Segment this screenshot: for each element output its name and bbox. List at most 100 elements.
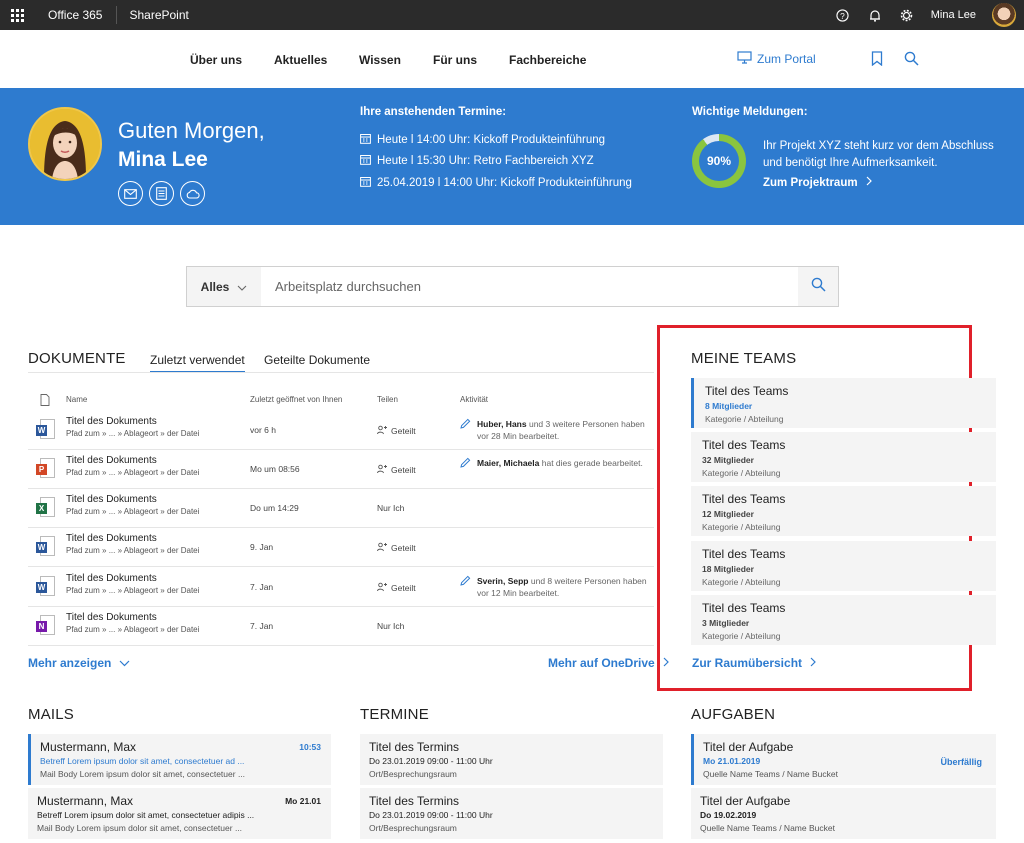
top-navigation: Über uns Aktuelles Wissen Für uns Fachbe…: [0, 30, 1024, 88]
document-path: Pfad zum » ... » Ablageort » der Datei: [66, 429, 200, 438]
search-icon: [811, 277, 826, 297]
search-scope-dropdown[interactable]: Alles: [187, 267, 261, 306]
show-more-link[interactable]: Mehr anzeigen: [28, 656, 130, 670]
task-card[interactable]: Titel der Aufgabe Do 19.02.2019 Quelle N…: [691, 788, 996, 839]
search-submit-button[interactable]: [798, 267, 838, 306]
appointment-item[interactable]: Heute l 15:30 Uhr: Retro Fachbereich XYZ: [360, 154, 594, 168]
team-card[interactable]: Titel des Teams 12 Mitglieder Kategorie / …: [691, 486, 996, 536]
app-launcher-icon[interactable]: [0, 0, 34, 30]
user-avatar[interactable]: [992, 3, 1016, 27]
help-icon[interactable]: ?: [835, 7, 851, 23]
appointment-time: Do 23.01.2019 09:00 - 11:00 Uhr: [369, 810, 493, 820]
user-name[interactable]: Mina Lee: [931, 9, 976, 21]
share-status[interactable]: Geteilt: [377, 464, 416, 476]
team-member-count: 8 Mitglieder: [705, 401, 753, 411]
greeting-text: Guten Morgen,: [118, 118, 265, 143]
task-due-date: Do 19.02.2019: [700, 810, 757, 820]
document-row[interactable]: W Titel des Dokuments Pfad zum » ... » Abl…: [28, 411, 654, 450]
team-category: Kategorie / Abteilung: [702, 577, 781, 587]
notification-bell-icon[interactable]: [867, 7, 883, 23]
file-type-icon: W: [36, 536, 56, 558]
team-category: Kategorie / Abteilung: [702, 631, 781, 641]
document-title: Titel des Dokuments: [66, 455, 157, 466]
column-header-share[interactable]: Teilen: [377, 395, 398, 404]
document-title: Titel des Dokuments: [66, 494, 157, 505]
document-path: Pfad zum » ... » Ablageort » der Datei: [66, 546, 200, 555]
more-on-onedrive-link[interactable]: Mehr auf OneDrive: [548, 656, 669, 670]
tab-shared-documents[interactable]: Geteilte Dokumente: [264, 353, 370, 367]
mail-icon[interactable]: [118, 181, 143, 206]
mails-title: MAILS: [28, 706, 75, 723]
zur-raumuebersicht-link[interactable]: Zur Raumübersicht: [692, 656, 816, 670]
share-status[interactable]: Geteilt: [377, 425, 416, 437]
calendar-icon[interactable]: [149, 181, 174, 206]
appointment-time: Do 23.01.2019 09:00 - 11:00 Uhr: [369, 756, 493, 766]
appointment-card[interactable]: Titel des Termins Do 23.01.2019 09:00 - …: [360, 734, 663, 785]
team-category: Kategorie / Abteilung: [705, 414, 784, 424]
profile-avatar[interactable]: [28, 107, 102, 181]
zum-projektraum-link[interactable]: Zum Projektraum: [763, 176, 872, 189]
last-opened: Do um 14:29: [250, 503, 299, 513]
mail-time: Mo 21.01: [285, 796, 321, 806]
task-title: Titel der Aufgabe: [700, 794, 791, 808]
task-title: Titel der Aufgabe: [703, 740, 794, 754]
tab-recently-used[interactable]: Zuletzt verwendet: [150, 353, 245, 373]
team-card[interactable]: Titel des Teams 8 Mitglieder Kategorie / A…: [691, 378, 996, 428]
document-row[interactable]: W Titel des Dokuments Pfad zum » ... » Abl…: [28, 568, 654, 607]
document-activity: Maier, Michaela hat dies gerade bearbeit…: [460, 457, 655, 471]
nav-item-fuer-uns[interactable]: Für uns: [433, 53, 477, 67]
appointment-card[interactable]: Titel des Termins Do 23.01.2019 09:00 - …: [360, 788, 663, 839]
document-path: Pfad zum » ... » Ablageort » der Datei: [66, 507, 200, 516]
bookmark-icon[interactable]: [871, 51, 883, 71]
calendar-small-icon: [360, 154, 371, 168]
zum-portal-link[interactable]: Zum Portal: [737, 51, 816, 67]
welcome-banner: Guten Morgen, Mina Lee Ihre anstehenden …: [0, 88, 1024, 225]
document-row[interactable]: X Titel des Dokuments Pfad zum » ... » Abl…: [28, 489, 654, 528]
mail-sender: Mustermann, Max: [37, 794, 134, 808]
onedrive-cloud-icon[interactable]: [180, 181, 205, 206]
sharepoint-link[interactable]: SharePoint: [117, 8, 200, 22]
appointment-item[interactable]: 25.04.2019 l 14:00 Uhr: Kickoff Produkte…: [360, 176, 632, 190]
mail-subject: Betreff Lorem ipsum dolor sit amet, cons…: [40, 756, 245, 766]
document-row[interactable]: W Titel des Dokuments Pfad zum » ... » Abl…: [28, 528, 654, 567]
document-title: Titel des Dokuments: [66, 533, 157, 544]
nav-item-wissen[interactable]: Wissen: [359, 53, 401, 67]
team-card[interactable]: Titel des Teams 32 Mitglieder Kategorie / …: [691, 432, 996, 482]
share-people-icon: [377, 582, 387, 594]
share-status[interactable]: Geteilt: [377, 582, 416, 594]
search-icon[interactable]: [904, 51, 919, 71]
document-row[interactable]: N Titel des Dokuments Pfad zum » ... » Abl…: [28, 607, 654, 646]
team-member-count: 32 Mitglieder: [702, 455, 754, 465]
appointment-item[interactable]: Heute l 14:00 Uhr: Kickoff Produkteinfüh…: [360, 133, 605, 147]
column-header-last-opened[interactable]: Zuletzt geöffnet von Ihnen: [250, 395, 342, 404]
nav-item-ueber-uns[interactable]: Über uns: [190, 53, 242, 67]
documents-title: DOKUMENTE: [28, 350, 126, 367]
document-title: Titel des Dokuments: [66, 612, 157, 623]
appointment-location: Ort/Besprechungsraum: [369, 769, 457, 779]
team-category: Kategorie / Abteilung: [702, 468, 781, 478]
news-message: Ihr Projekt XYZ steht kurz vor dem Absch…: [763, 140, 994, 169]
document-row[interactable]: P Titel des Dokuments Pfad zum » ... » Abl…: [28, 450, 654, 489]
file-icon: [40, 393, 50, 411]
nav-item-aktuelles[interactable]: Aktuelles: [274, 53, 327, 67]
calendar-small-icon: [360, 176, 371, 190]
nav-item-fachbereiche[interactable]: Fachbereiche: [509, 53, 586, 67]
mail-item[interactable]: Mustermann, Max Mo 21.01 Betreff Lorem i…: [28, 788, 331, 839]
team-member-count: 18 Mitglieder: [702, 564, 754, 574]
task-card[interactable]: Titel der Aufgabe Mo 21.01.2019 Überfäll…: [691, 734, 996, 785]
column-header-name[interactable]: Name: [66, 395, 87, 404]
appointments-section-title: TERMINE: [360, 706, 429, 723]
teams-title: MEINE TEAMS: [691, 350, 797, 367]
appointment-title: Titel des Termins: [369, 740, 460, 754]
mail-item[interactable]: Mustermann, Max 10:53 Betreff Lorem ipsu…: [28, 734, 331, 785]
office365-link[interactable]: Office 365: [34, 6, 118, 24]
team-member-count: 12 Mitglieder: [702, 509, 754, 519]
last-opened: 7. Jan: [250, 582, 274, 592]
share-status: Nur Ich: [377, 503, 405, 513]
share-status[interactable]: Geteilt: [377, 542, 416, 554]
team-card[interactable]: Titel des Teams 18 Mitglieder Kategorie / …: [691, 541, 996, 591]
settings-gear-icon[interactable]: [899, 7, 915, 23]
search-input[interactable]: [261, 267, 798, 306]
team-card[interactable]: Titel des Teams 3 Mitglieder Kategorie / A…: [691, 595, 996, 645]
column-header-activity[interactable]: Aktivität: [460, 395, 488, 404]
